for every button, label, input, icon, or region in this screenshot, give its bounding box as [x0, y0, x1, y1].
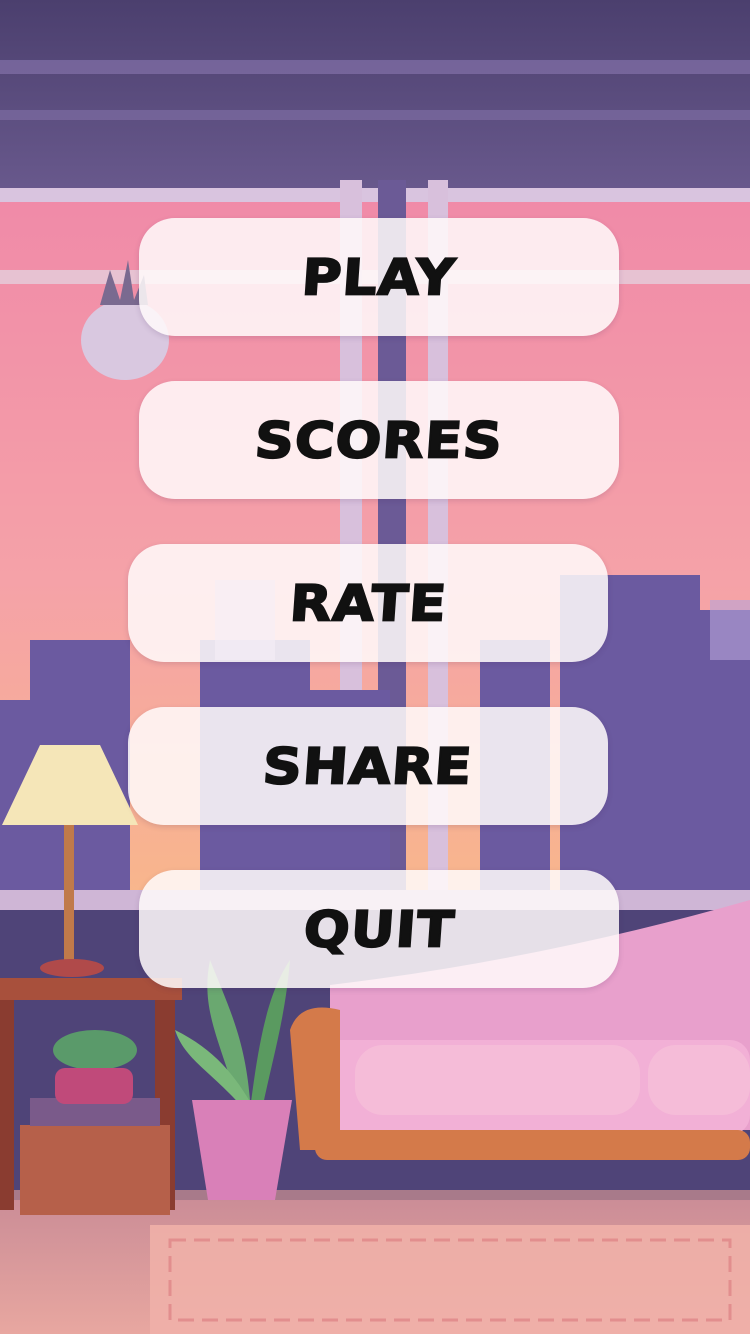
rate-label: RATE	[287, 573, 450, 633]
rate-button[interactable]: RATE	[128, 544, 608, 662]
scores-label: SCORES	[252, 410, 506, 470]
share-label: SHARE	[260, 736, 475, 796]
quit-label: QUIT	[301, 899, 458, 959]
play-label: PLAY	[299, 247, 459, 307]
living-room-background	[0, 0, 750, 1334]
scores-button[interactable]: SCORES	[139, 381, 619, 499]
quit-button[interactable]: QUIT	[139, 870, 619, 988]
ceiling	[0, 0, 750, 200]
share-button[interactable]: SHARE	[128, 707, 608, 825]
play-button[interactable]: PLAY	[139, 218, 619, 336]
